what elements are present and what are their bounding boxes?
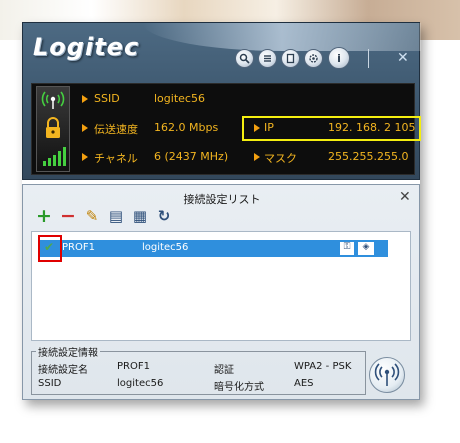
antenna-icon xyxy=(41,91,65,109)
signal-strength-icon xyxy=(43,147,66,166)
toolbar-separator xyxy=(368,49,369,68)
bullet-icon xyxy=(82,124,88,132)
profile-list-section: 接続設定リスト ✕ + − ✎ ▤ ▦ ↻ ✔ PROF1 logitec56 … xyxy=(22,184,420,400)
bullet-icon xyxy=(254,153,260,161)
speed-value: 162.0 Mbps xyxy=(154,121,219,134)
close-icon[interactable]: ✕ xyxy=(399,189,411,205)
add-icon[interactable]: + xyxy=(35,205,53,227)
header-swoosh xyxy=(143,23,421,51)
mask-value: 255.255.255.0 xyxy=(328,150,409,163)
ip-value: 192. 168. 2 105 xyxy=(328,121,416,134)
channel-label: チャネル xyxy=(94,152,138,165)
status-icon-column xyxy=(36,86,70,172)
bullet-icon xyxy=(82,95,88,103)
ssid-label: SSID xyxy=(94,92,120,105)
remove-icon[interactable]: − xyxy=(59,205,77,227)
utility-window: Logitec i ✕ SSID logitec56 伝送速度 162.0 Mb… xyxy=(22,22,421,400)
refresh-icon[interactable]: ↻ xyxy=(155,207,173,225)
auth-label: 認証 xyxy=(214,365,234,376)
document-icon[interactable] xyxy=(281,49,300,68)
status-section: Logitec i ✕ SSID logitec56 伝送速度 162.0 Mb… xyxy=(22,22,421,180)
import-icon[interactable]: ▦ xyxy=(131,207,149,225)
encryption-value: AES xyxy=(294,378,314,389)
profile-info-group: 接続設定情報 接続設定名 PROF1 認証 WPA2 - PSK SSID lo… xyxy=(31,344,366,395)
ssid-value: logitec56 xyxy=(154,92,205,105)
info-legend: 接続設定情報 xyxy=(36,344,100,359)
ssid-info-value: logitec56 xyxy=(117,378,164,389)
connect-button[interactable] xyxy=(369,357,405,393)
close-icon[interactable]: ✕ xyxy=(397,51,409,65)
speed-label: 伝送速度 xyxy=(94,123,138,136)
bullet-icon xyxy=(254,124,260,132)
ip-label: IP xyxy=(264,121,274,134)
lock-icon xyxy=(46,117,60,138)
search-icon[interactable] xyxy=(235,49,254,68)
list-item[interactable]: ✔ PROF1 logitec56 ⚿ ◈ xyxy=(40,240,388,257)
ssid-info-label: SSID xyxy=(38,378,62,389)
bullet-icon xyxy=(82,153,88,161)
settings-icon[interactable] xyxy=(304,49,323,68)
connection-status-panel: SSID logitec56 伝送速度 162.0 Mbps チャネル 6 (2… xyxy=(31,83,421,175)
profile-list-title: 接続設定リスト xyxy=(183,193,261,206)
security-icon: ◈ xyxy=(358,242,374,255)
export-icon[interactable]: ▤ xyxy=(107,207,125,225)
edit-icon[interactable]: ✎ xyxy=(83,207,101,225)
profile-ssid: logitec56 xyxy=(142,242,189,253)
profile-list[interactable]: ✔ PROF1 logitec56 ⚿ ◈ xyxy=(31,231,411,341)
key-icon: ⚿ xyxy=(340,242,354,255)
profile-name-value: PROF1 xyxy=(117,361,150,372)
auth-value: WPA2 - PSK xyxy=(294,361,352,372)
wireless-icon xyxy=(374,363,400,386)
brand-logo: Logitec xyxy=(33,33,140,61)
profile-name-label: 接続設定名 xyxy=(38,365,88,376)
list-icon[interactable] xyxy=(258,49,277,68)
annotation-highlight-box xyxy=(38,235,62,262)
channel-value: 6 (2437 MHz) xyxy=(154,150,229,163)
encryption-label: 暗号化方式 xyxy=(214,382,264,393)
mask-label: マスク xyxy=(264,152,297,165)
profile-name: PROF1 xyxy=(62,242,95,253)
info-icon[interactable]: i xyxy=(328,47,350,69)
